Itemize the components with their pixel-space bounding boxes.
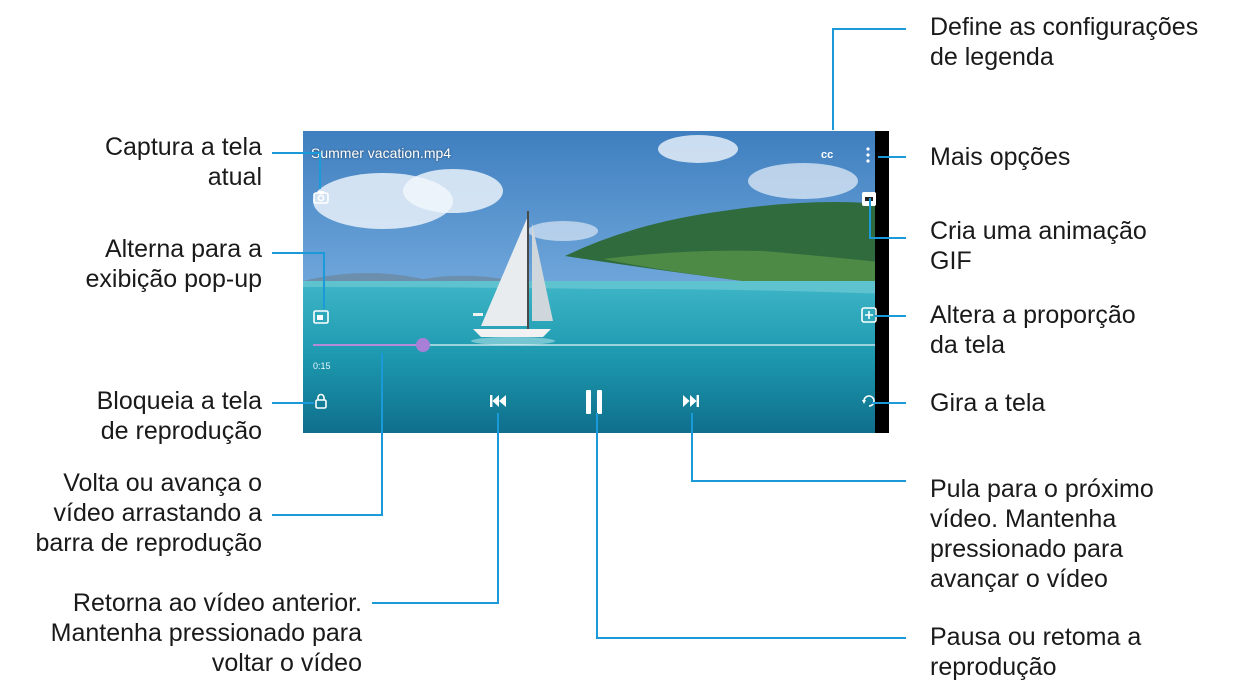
video-filename: Summer vacation.mp4 [311,145,452,161]
rotate-icon [862,395,875,407]
callout-line-next [691,480,906,482]
lock-screen-button[interactable] [313,393,329,409]
current-time: 0:15 [313,361,331,371]
previous-icon [490,395,506,407]
callout-line-popup [272,252,324,254]
callout-line-more [878,156,906,158]
callout-pause: Pausa ou retoma a reprodução [930,623,1142,681]
callout-subtitles: Define as configurações de legenda [930,13,1199,71]
more-options-button[interactable] [866,147,870,163]
callout-line-lock [272,402,314,404]
callout-rotate: Gira a tela [930,389,1046,417]
next-icon [683,395,699,407]
callout-popup: Alterna para a exibição pop-up [85,235,262,293]
seek-bar[interactable] [313,338,875,352]
callout-line-gif-v [869,198,871,238]
callout-line-ratio [875,315,906,317]
seek-bar-handle[interactable] [415,338,430,352]
previous-button[interactable] [490,395,506,407]
callout-line-previous [372,602,499,604]
lock-icon [315,393,327,409]
callout-line-pause [596,637,906,639]
popup-view-button[interactable] [313,309,329,325]
seek-bar-progress [313,344,423,346]
callout-line-gif [869,237,906,239]
pause-button[interactable] [584,390,604,414]
callout-gif: Cria uma animação GIF [930,217,1147,275]
callout-line-seek [272,514,383,516]
capture-button[interactable] [313,189,329,205]
callout-line-subtitles [832,28,834,130]
callout-line-subtitles-h [832,28,906,30]
callout-more-options: Mais opções [930,143,1071,171]
callout-line-capture [272,152,320,154]
next-button[interactable] [683,395,699,407]
pause-icon [586,390,602,414]
camera-icon [313,191,329,204]
callout-line-previous-v [497,413,499,604]
video-frame-image [303,131,889,433]
popup-icon [313,310,329,324]
cc-icon: cc [821,149,834,161]
callout-next: Pula para o próximo vídeo. Mantenha pres… [930,475,1154,593]
callout-capture: Captura a tela atual [104,133,262,191]
callout-line-rotate [872,402,906,404]
callout-lock: Bloqueia a tela de reprodução [96,387,262,445]
rotate-button[interactable] [861,393,877,409]
callout-aspect-ratio: Altera a proporção da tela [930,301,1136,359]
video-player-screen[interactable]: Summer vacation.mp4 cc 0:15 [303,131,889,433]
callout-line-pause-v [596,413,598,639]
callout-seek: Volta ou avança o vídeo arrastando a bar… [35,469,262,557]
callout-line-popup-v [323,252,325,309]
callout-previous: Retorna ao vídeo anterior. Mantenha pres… [50,589,362,677]
callout-line-capture-v [319,152,321,189]
more-vert-icon [866,147,870,163]
subtitles-button[interactable]: cc [821,149,833,161]
callout-line-next-v [691,413,693,481]
callout-line-seek-v [381,353,383,516]
